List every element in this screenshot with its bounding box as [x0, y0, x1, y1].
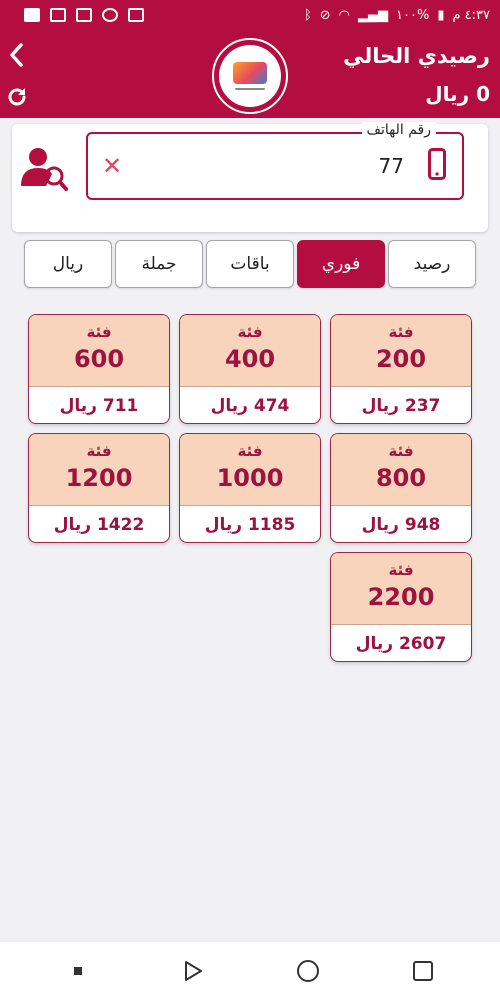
notification-square-icon [24, 8, 40, 22]
balance-title: رصيدي الحالي [343, 44, 490, 68]
system-indicators: ᛒ ⊘ ◠ ▂▄▆ ١٠٠% ▮ ٤:٣٧ م [304, 8, 490, 23]
message-icon [128, 8, 144, 22]
clear-input-button[interactable]: ✕ [102, 152, 122, 180]
card-label: فئة [86, 323, 112, 341]
app-logo [212, 38, 288, 114]
card-label: فئة [388, 561, 414, 579]
nav-home-button[interactable] [288, 951, 328, 991]
card-header: فئة 1000 [180, 434, 320, 506]
card-label: فئة [388, 323, 414, 341]
status-time: ٤:٣٧ م [452, 7, 490, 23]
card-amount: 400 [224, 345, 276, 373]
denomination-card-800[interactable]: فئة 800 948 ريال [330, 433, 472, 543]
card-price: 237 ريال [361, 396, 441, 416]
circle-icon [296, 960, 319, 982]
denomination-card-200[interactable]: فئة 200 237 ريال [330, 314, 472, 424]
card-header: فئة 1200 [29, 434, 169, 506]
tab-riyal[interactable]: ريال [24, 240, 112, 288]
card-amount: 200 [375, 345, 427, 373]
card-price: 474 ريال [210, 396, 290, 416]
denomination-card-600[interactable]: فئة 600 711 ريال [28, 314, 170, 424]
card-price: 1185 ريال [204, 515, 296, 535]
phone-number-field[interactable]: رقم الهاتف ✕ [86, 122, 464, 200]
phone-field-label: رقم الهاتف [361, 122, 436, 138]
logo-caption-line [235, 88, 265, 90]
card-amount: 600 [73, 345, 125, 373]
card-label: فئة [237, 442, 263, 460]
refresh-icon [8, 88, 26, 106]
card-label: فئة [86, 442, 112, 460]
chevron-left-icon [10, 43, 23, 67]
mute-icon: ⊘ [319, 7, 331, 23]
denomination-card-1200[interactable]: فئة 1200 1422 ريال [28, 433, 170, 543]
nav-recents-button[interactable] [403, 951, 443, 991]
card-header: فئة 200 [331, 315, 471, 387]
square-icon [412, 961, 433, 981]
card-price: 1422 ريال [53, 515, 145, 535]
close-icon: ✕ [102, 152, 123, 180]
contact-search-icon [21, 148, 68, 191]
denomination-card-2200[interactable]: فئة 2200 2607 ريال [330, 552, 472, 662]
app-header: رصيدي الحالي 0 ريال [0, 30, 500, 118]
triangle-icon [184, 961, 202, 981]
card-price: 948 ريال [361, 515, 441, 535]
card-header: فئة 600 [29, 315, 169, 387]
card-label: فئة [237, 323, 263, 341]
card-header: فئة 2200 [331, 553, 471, 625]
notification-icons [24, 8, 144, 22]
phone-input-card: رقم الهاتف ✕ [12, 122, 488, 232]
bluetooth-icon: ᛒ [303, 7, 312, 23]
logo-badge [219, 45, 281, 107]
card-price: 711 ريال [59, 396, 139, 416]
dot-icon [73, 967, 82, 975]
card-header: فئة 400 [180, 315, 320, 387]
signal-icon: ▂▄▆ [358, 7, 389, 23]
whatsapp-icon [102, 8, 118, 22]
refresh-button[interactable] [4, 82, 30, 112]
system-nav-bar [0, 942, 500, 1000]
gallery-icon [50, 8, 66, 22]
card-amount: 1000 [216, 464, 284, 492]
category-tabs: رصيد فوري باقات جملة ريال [24, 240, 476, 290]
tab-instant[interactable]: فوري [297, 240, 385, 288]
nav-back-button[interactable] [173, 951, 213, 991]
balance-value: 0 ريال [425, 82, 490, 106]
battery-percent: ١٠٠% [396, 7, 430, 23]
card-amount: 1200 [65, 464, 133, 492]
logo-mark [233, 62, 267, 84]
card-price: 2607 ريال [355, 634, 447, 654]
denomination-card-400[interactable]: فئة 400 474 ريال [179, 314, 321, 424]
card-amount: 2200 [367, 583, 435, 611]
mobile-phone-icon [428, 148, 446, 180]
status-bar: ᛒ ⊘ ◠ ▂▄▆ ١٠٠% ▮ ٤:٣٧ م [0, 0, 500, 30]
phone-number-input[interactable] [284, 154, 404, 178]
wifi-icon: ◠ [338, 7, 351, 23]
tab-balance[interactable]: رصيد [388, 240, 476, 288]
nav-menu-button[interactable] [58, 951, 98, 991]
battery-icon: ▮ [437, 7, 445, 23]
email-icon [76, 8, 92, 22]
tab-wholesale[interactable]: جملة [115, 240, 203, 288]
back-button[interactable] [4, 40, 30, 70]
contact-search-button[interactable] [18, 146, 68, 192]
tab-packages[interactable]: باقات [206, 240, 294, 288]
card-header: فئة 800 [331, 434, 471, 506]
denomination-card-1000[interactable]: فئة 1000 1185 ريال [179, 433, 321, 543]
card-label: فئة [388, 442, 414, 460]
card-amount: 800 [375, 464, 427, 492]
